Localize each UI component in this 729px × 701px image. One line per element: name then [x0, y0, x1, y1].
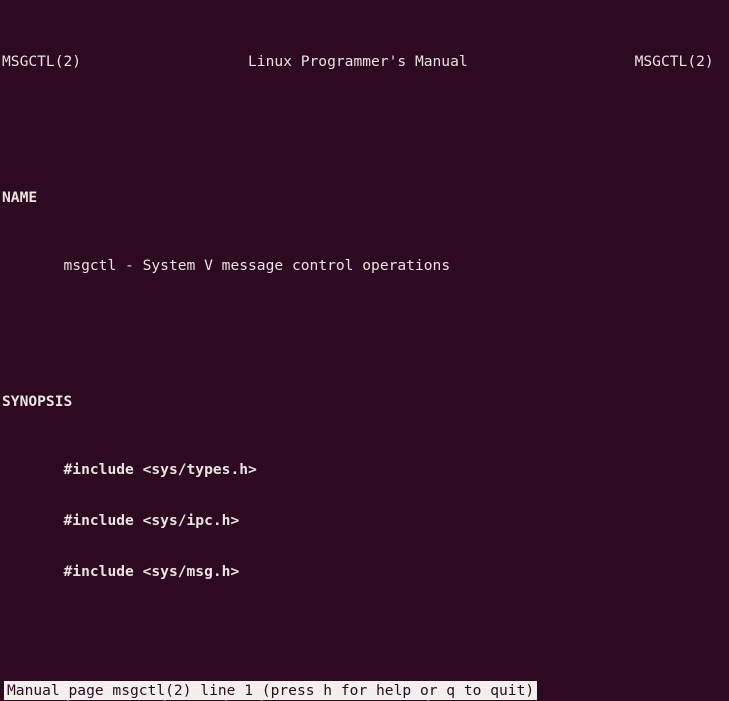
header-gap-2	[468, 53, 635, 70]
name-body-text: msgctl - System V message control operat…	[63, 257, 451, 274]
synopsis-include-1: #include <sys/types.h>	[2, 461, 729, 478]
status-bar-text: Manual page msgctl(2) line 1 (press h fo…	[7, 682, 535, 699]
pager-status-bar[interactable]: Manual page msgctl(2) line 1 (press h fo…	[4, 681, 538, 700]
include-ipc-text: #include <sys/ipc.h>	[63, 512, 240, 529]
name-heading-text: NAME	[2, 189, 38, 206]
man-header-center: Linux Programmer's Manual	[248, 53, 468, 70]
synopsis-heading-text: SYNOPSIS	[2, 393, 73, 410]
synopsis-include-3: #include <sys/msg.h>	[2, 563, 729, 580]
man-header-line: MSGCTL(2) Linux Programmer's Manual MSGC…	[2, 53, 729, 70]
synopsis-include-2: #include <sys/ipc.h>	[2, 512, 729, 529]
section-heading-synopsis: SYNOPSIS	[2, 393, 729, 410]
include-msg-text: #include <sys/msg.h>	[63, 563, 240, 580]
terminal-window[interactable]: MSGCTL(2) Linux Programmer's Manual MSGC…	[0, 0, 729, 701]
man-header-left: MSGCTL(2)	[2, 53, 82, 70]
man-page-content: MSGCTL(2) Linux Programmer's Manual MSGC…	[2, 2, 729, 701]
header-gap-1	[81, 53, 248, 70]
man-header-right: MSGCTL(2)	[634, 53, 714, 70]
name-body-line: msgctl - System V message control operat…	[2, 257, 729, 274]
include-types-text: #include <sys/types.h>	[63, 461, 257, 478]
section-heading-name: NAME	[2, 189, 729, 206]
